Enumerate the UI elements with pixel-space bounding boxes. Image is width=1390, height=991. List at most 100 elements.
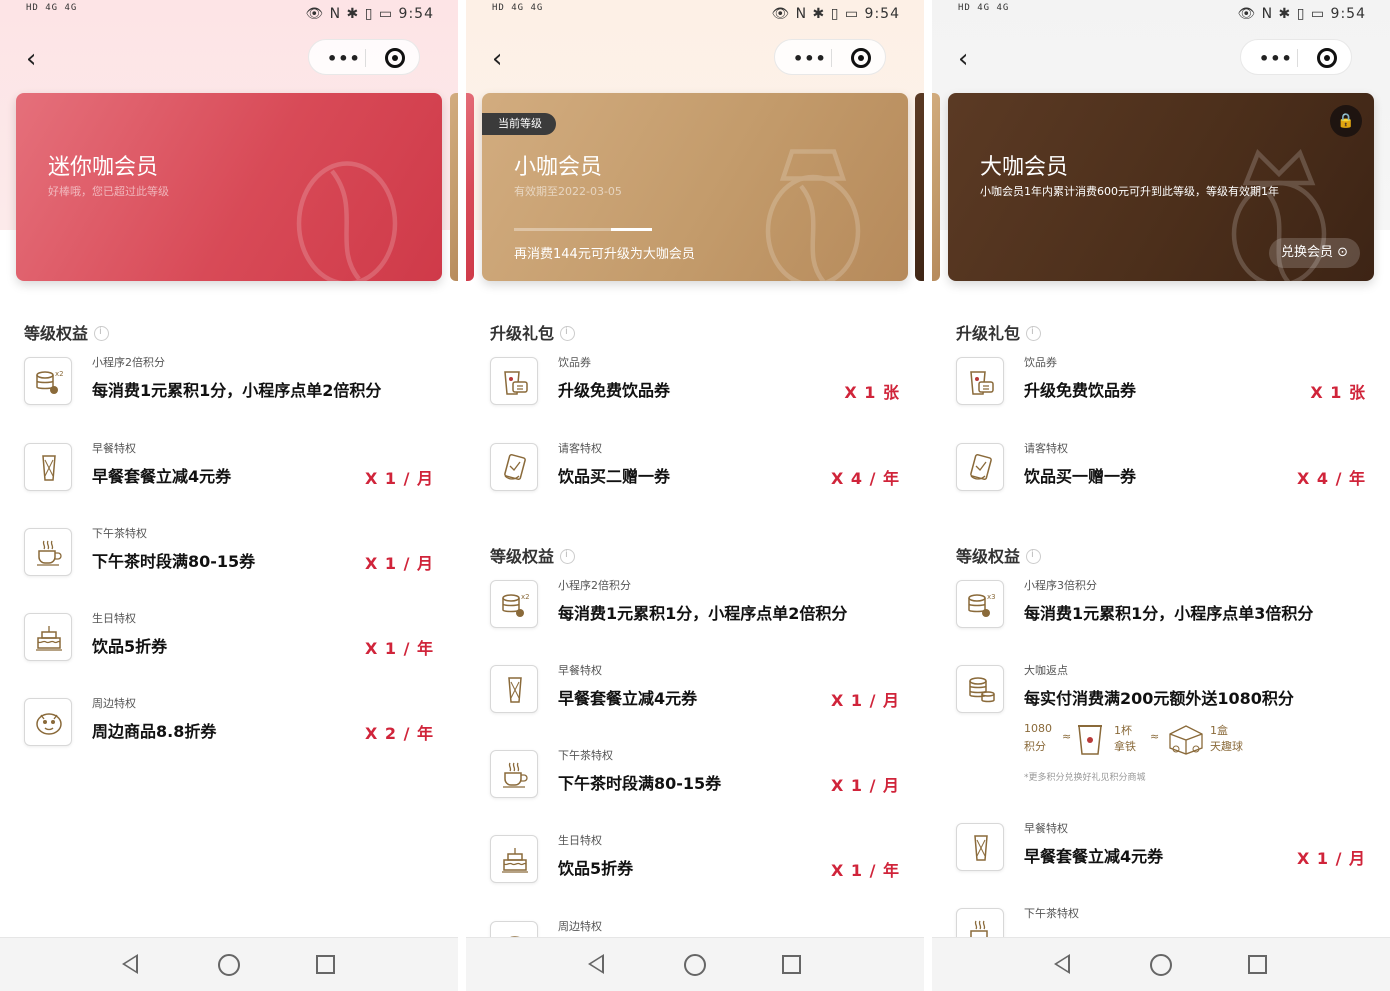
back-arrow-icon[interactable]: ‹	[26, 46, 48, 72]
benefit-item[interactable]: x3 小程序3倍积分 每消费1元累积1分，小程序点单3倍积分	[956, 579, 1366, 640]
exchange-member-button[interactable]: 兑换会员 ⊙	[1268, 238, 1360, 268]
status-bar: HD 4G 4G 👁 Ν ✱ ▯ ▭ 9:54	[466, 0, 924, 28]
nav-home-icon[interactable]	[684, 954, 706, 976]
capsule-divider	[831, 49, 832, 67]
info-icon[interactable]	[560, 326, 576, 341]
benefit-qty: X 1 / 月	[364, 469, 434, 488]
benefit-name: 下午茶时段满80-15券	[92, 552, 256, 571]
nav-recents-icon[interactable]	[1248, 955, 1267, 974]
benefit-qty: X 4 / 年	[830, 469, 900, 488]
info-icon[interactable]	[1026, 549, 1042, 564]
next-card-peek[interactable]	[450, 93, 458, 281]
benefit-name: 饮品5折券	[92, 637, 168, 656]
next-card-peek[interactable]	[915, 93, 924, 281]
benefit-tag: 早餐特权	[1024, 822, 1068, 835]
treat-coupon-icon	[956, 443, 1004, 491]
treat-coupon-svg	[970, 454, 992, 480]
benefit-name: 每实付消费满200元额外送1080积分	[1024, 689, 1294, 708]
benefit-item[interactable]: 请客特权 饮品买二赠一券 X 4 / 年	[490, 442, 900, 503]
status-right: 👁 Ν ✱ ▯ ▭ 9:54	[305, 6, 434, 22]
member-card-small[interactable]: 当前等级 小咖会员 有效期至2022-03-05 再消费144元可升级为大咖会员	[482, 93, 908, 281]
info-icon[interactable]	[94, 326, 110, 341]
more-icon[interactable]: •••	[327, 49, 361, 68]
android-nav-bar	[0, 937, 458, 991]
points-mall-note[interactable]: *更多积分兑换好礼见积分商城	[1024, 770, 1146, 783]
benefit-tag: 早餐特权	[92, 442, 136, 455]
points-equivalence: 1080 积分 ≈ 1杯 拿铁 ≈ 1盒 天趣球	[1024, 722, 1324, 758]
svg-text:x2: x2	[55, 370, 64, 378]
coffee-bean-hat-deco-icon	[765, 149, 861, 281]
card-subtitle: 小咖会员1年内累计消费600元可升到此等级，等级有效期1年	[980, 185, 1279, 198]
benefit-tag: 请客特权	[558, 442, 602, 455]
member-card-big[interactable]: 🔒 大咖会员 小咖会员1年内累计消费600元可升到此等级，等级有效期1年 兑换会…	[948, 93, 1374, 281]
benefit-tag: 下午茶特权	[92, 527, 147, 540]
benefit-tag: 大咖返点	[1024, 664, 1068, 677]
benefit-qty: X 1 / 月	[830, 691, 900, 710]
benefit-item[interactable]: 请客特权 饮品买一赠一券 X 4 / 年	[956, 442, 1366, 503]
miniprogram-capsule: •••	[308, 39, 420, 75]
info-icon[interactable]	[560, 549, 576, 564]
upgrade-tip: 再消费144元可升级为大咖会员	[514, 247, 695, 262]
latte-name: 拿铁	[1114, 740, 1136, 753]
points-x3-icon: x3	[956, 580, 1004, 628]
section-title: 升级礼包	[490, 320, 576, 344]
benefit-name: 每消费1元累积1分，小程序点单3倍积分	[1024, 604, 1314, 623]
section-title-text: 升级礼包	[490, 324, 555, 343]
benefit-tag: 小程序2倍积分	[92, 356, 165, 369]
benefit-qty: X 1 / 月	[1296, 849, 1366, 868]
more-icon[interactable]: •••	[1259, 49, 1293, 68]
gift-box-icon	[1169, 725, 1203, 755]
points-amount: 1080	[1024, 722, 1052, 735]
benefit-item[interactable]: x2 小程序2倍积分 每消费1元累积1分，小程序点单2倍积分	[24, 356, 434, 417]
nav-back-icon[interactable]	[588, 954, 604, 974]
nav-back-icon[interactable]	[122, 954, 138, 974]
close-target-icon[interactable]	[851, 48, 871, 68]
info-icon[interactable]	[1026, 326, 1042, 341]
benefit-item[interactable]: 下午茶特权 下午茶时段满80-15券 X 1 / 月	[24, 527, 434, 588]
benefit-item[interactable]: 大咖返点 每实付消费满200元额外送1080积分	[956, 664, 1366, 725]
nav-recents-icon[interactable]	[782, 955, 801, 974]
benefit-name: 升级免费饮品券	[1024, 381, 1137, 400]
nav-home-icon[interactable]	[1150, 954, 1172, 976]
screen-small-member: HD 4G 4G 👁 Ν ✱ ▯ ▭ 9:54 ‹ ••• 当前等级 小咖会员 …	[466, 0, 924, 991]
benefit-name: 每消费1元累积1分，小程序点单2倍积分	[558, 604, 848, 623]
benefit-item[interactable]: 生日特权 饮品5折券 X 1 / 年	[490, 834, 900, 895]
points-x2-svg: x2	[36, 370, 64, 394]
merch-icon	[24, 698, 72, 746]
benefit-item[interactable]: 早餐特权 早餐套餐立减4元券 X 1 / 月	[490, 664, 900, 725]
benefit-name: 早餐套餐立减4元券	[92, 467, 232, 486]
back-arrow-icon[interactable]: ‹	[492, 46, 514, 72]
benefit-item[interactable]: 早餐特权 早餐套餐立减4元券 X 1 / 月	[956, 822, 1366, 883]
nav-home-icon[interactable]	[218, 954, 240, 976]
close-target-icon[interactable]	[385, 48, 405, 68]
treat-coupon-svg	[504, 454, 526, 480]
miniprogram-capsule: •••	[1240, 39, 1352, 75]
benefit-qty: X 4 / 年	[1296, 469, 1366, 488]
prev-card-peek[interactable]	[466, 93, 474, 281]
points-x2-icon: x2	[490, 580, 538, 628]
section-title-text: 等级权益	[956, 547, 1021, 566]
benefit-item[interactable]: 生日特权 饮品5折券 X 1 / 年	[24, 612, 434, 673]
close-target-icon[interactable]	[1317, 48, 1337, 68]
status-time: 9:54	[864, 6, 900, 22]
benefit-item[interactable]: 饮品券 升级免费饮品券 X 1 张	[490, 356, 900, 417]
sandwich-icon	[490, 665, 538, 713]
benefit-item[interactable]: 下午茶特权 下午茶时段满80-15券 X 1 / 月	[490, 749, 900, 810]
prev-card-peek[interactable]	[932, 93, 940, 281]
status-right: 👁 Ν ✱ ▯ ▭ 9:54	[1237, 6, 1366, 22]
benefit-item[interactable]: 早餐特权 早餐套餐立减4元券 X 1 / 月	[24, 442, 434, 503]
benefit-item[interactable]: 周边特权 周边商品8.8折券 X 2 / 年	[24, 697, 434, 758]
svg-text:x3: x3	[987, 593, 996, 601]
benefit-name: 升级免费饮品券	[558, 381, 671, 400]
nav-back-icon[interactable]	[1054, 954, 1070, 974]
nav-recents-icon[interactable]	[316, 955, 335, 974]
benefit-item[interactable]: x2 小程序2倍积分 每消费1元累积1分，小程序点单2倍积分	[490, 579, 900, 640]
back-arrow-icon[interactable]: ‹	[958, 46, 980, 72]
benefit-item[interactable]: 饮品券 升级免费饮品券 X 1 张	[956, 356, 1366, 417]
more-icon[interactable]: •••	[793, 49, 827, 68]
member-card-mini[interactable]: 迷你咖会员 好棒哦，您已超过此等级	[16, 93, 442, 281]
section-title-text: 升级礼包	[956, 324, 1021, 343]
benefit-qty: X 1 / 月	[364, 554, 434, 573]
benefit-tag: 饮品券	[1024, 356, 1057, 369]
signal-indicators: HD 4G 4G	[26, 3, 78, 13]
